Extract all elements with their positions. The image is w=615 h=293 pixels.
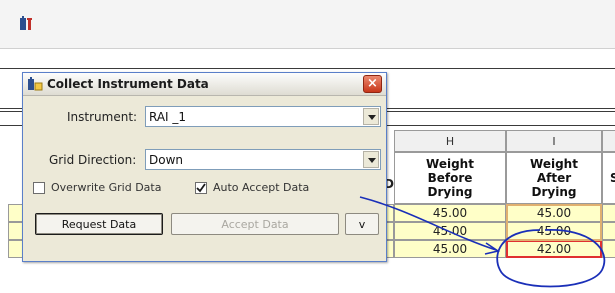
table-cell-weight-before[interactable]: 45.00 [394,240,506,258]
checkmark-icon [196,183,206,193]
header-line: Drying [531,185,577,199]
more-button[interactable]: v [345,213,379,235]
column-letter-i[interactable]: I [506,130,602,152]
grid-direction-value: Down [149,153,184,167]
chevron-down-icon[interactable] [363,151,379,168]
table-cell[interactable] [602,204,615,222]
column-letter-partial [602,130,615,152]
table-cell-weight-before[interactable]: 45.00 [394,204,506,222]
accept-data-button[interactable]: Accept Data [171,213,339,235]
grid-direction-label: Grid Direction: [49,153,137,167]
header-line: After [536,171,572,185]
dialog-title: Collect Instrument Data [47,77,209,91]
column-header-weight-after[interactable]: Weight After Drying [506,152,602,204]
column-header-weight-before[interactable]: Weight Before Drying [394,152,506,204]
toolbar-rule [0,68,615,69]
table-cell-weight-after[interactable]: 42.00 [506,240,602,258]
table-cell-weight-before[interactable]: 45.00 [394,222,506,240]
header-line: Weight [426,157,474,171]
grid-direction-select[interactable]: Down [145,149,381,170]
app-icon[interactable] [18,16,34,32]
column-letter-h[interactable]: H [394,130,506,152]
instrument-value: RAI _1 [149,110,187,124]
overwrite-grid-checkbox[interactable] [33,182,45,194]
collect-instrument-data-dialog: Collect Instrument Data × Instrument: RA… [22,72,387,262]
instrument-icon [27,76,43,92]
instrument-label: Instrument: [67,110,138,124]
header-line: Weight [530,157,578,171]
top-toolbar [0,0,615,49]
overwrite-grid-label: Overwrite Grid Data [51,181,162,194]
header-line: Before [427,171,473,185]
table-cell[interactable] [602,222,615,240]
highlight-box [506,204,602,241]
column-header-partial[interactable]: S [602,152,615,204]
auto-accept-label: Auto Accept Data [213,181,310,194]
instrument-select[interactable]: RAI _1 [145,106,381,127]
request-data-button[interactable]: Request Data [35,213,163,235]
close-button[interactable]: × [363,75,382,93]
table-cell[interactable] [602,240,615,258]
dialog-titlebar[interactable]: Collect Instrument Data × [23,73,386,96]
chevron-down-icon[interactable] [363,108,379,125]
auto-accept-checkbox[interactable] [195,182,207,194]
header-line: Drying [427,185,473,199]
